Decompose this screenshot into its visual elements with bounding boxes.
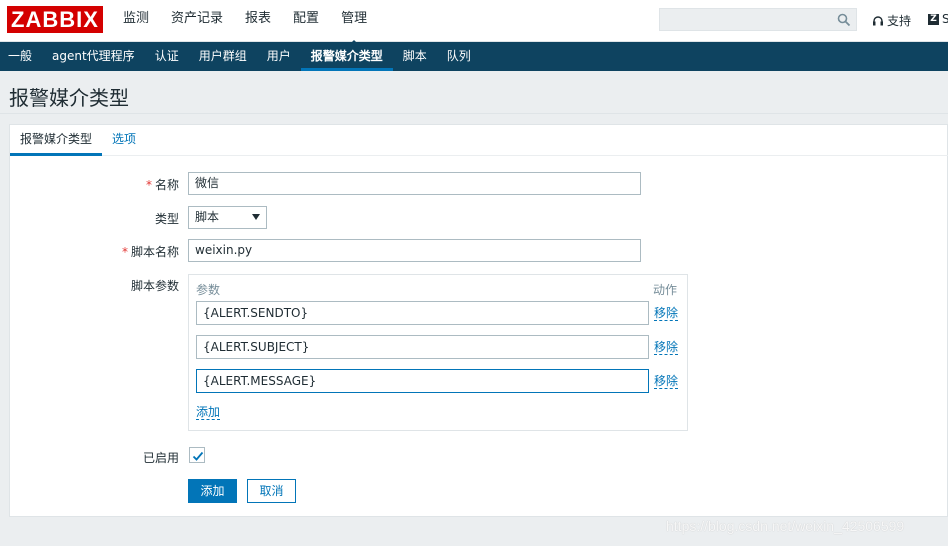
remove-param-link[interactable]: 移除 xyxy=(654,306,679,321)
param-input[interactable]: {ALERT.SENDTO} xyxy=(196,301,649,325)
support-link[interactable]: 支持 xyxy=(872,12,911,29)
nav-reports[interactable]: 报表 xyxy=(234,0,282,42)
search-icon[interactable] xyxy=(837,13,851,27)
search-input[interactable] xyxy=(659,8,857,31)
form-tabs: 报警媒介类型 选项 xyxy=(10,125,948,156)
checkmark-icon xyxy=(192,451,204,461)
add-button[interactable]: 添加 xyxy=(188,479,237,503)
action-header: 动作 xyxy=(653,283,678,297)
headset-icon xyxy=(873,15,883,25)
type-label: 类型 xyxy=(154,212,179,226)
media-type-form: 报警媒介类型 选项 * 名称 微信 类型 脚本 * 脚本名称 weixin.py 脚… xyxy=(9,124,948,517)
divider xyxy=(0,113,948,114)
subnav-users[interactable]: 用户 xyxy=(257,42,301,71)
cancel-button[interactable]: 取消 xyxy=(247,479,296,503)
type-select-value: 脚本 xyxy=(195,210,220,224)
subnav-scripts[interactable]: 脚本 xyxy=(393,42,437,71)
script-name-field[interactable]: weixin.py xyxy=(188,239,641,262)
share-link[interactable]: Z S xyxy=(928,12,948,26)
page-title: 报警媒介类型 xyxy=(9,86,129,110)
remove-param-link[interactable]: 移除 xyxy=(654,340,679,355)
top-header: ZABBIX 监测 资产记录 报表 配置 管理 支持 Z S xyxy=(0,0,948,46)
add-param-link[interactable]: 添加 xyxy=(196,405,221,420)
nav-inventory[interactable]: 资产记录 xyxy=(160,0,234,42)
remove-param-link[interactable]: 移除 xyxy=(654,374,679,389)
name-field[interactable]: 微信 xyxy=(188,172,641,195)
enabled-checkbox[interactable] xyxy=(189,447,205,463)
type-select[interactable]: 脚本 xyxy=(188,206,267,229)
main-nav: 监测 资产记录 报表 配置 管理 xyxy=(112,0,378,46)
subnav-authentication[interactable]: 认证 xyxy=(145,42,189,71)
share-label: S xyxy=(942,12,948,26)
nav-monitoring[interactable]: 监测 xyxy=(112,0,160,42)
script-name-label: * 脚本名称 xyxy=(121,245,179,259)
script-params-label: 脚本参数 xyxy=(130,279,179,293)
tab-media-type[interactable]: 报警媒介类型 xyxy=(10,125,102,156)
subnav-proxies[interactable]: agent代理程序 xyxy=(42,42,145,71)
params-header: 参数 xyxy=(196,283,221,297)
admin-subnav: 一般 agent代理程序 认证 用户群组 用户 报警媒介类型 脚本 队列 xyxy=(0,42,948,71)
zabbix-share-icon: Z xyxy=(928,13,939,25)
chevron-down-icon xyxy=(252,214,260,220)
subnav-user-groups[interactable]: 用户群组 xyxy=(189,42,257,71)
nav-configuration[interactable]: 配置 xyxy=(282,0,330,42)
nav-administration[interactable]: 管理 xyxy=(330,0,378,46)
name-label: * 名称 xyxy=(145,178,179,192)
enabled-label: 已启用 xyxy=(142,451,179,465)
script-params-table: 参数 动作 {ALERT.SENDTO} 移除 {ALERT.SUBJECT} … xyxy=(188,274,688,431)
watermark: https://blog.csdn.net/weixin_42506599 xyxy=(666,518,905,534)
param-input[interactable]: {ALERT.MESSAGE} xyxy=(196,369,649,393)
subnav-general[interactable]: 一般 xyxy=(0,42,42,71)
zabbix-logo[interactable]: ZABBIX xyxy=(7,6,103,33)
required-marker: * xyxy=(121,245,128,259)
param-input[interactable]: {ALERT.SUBJECT} xyxy=(196,335,649,359)
subnav-media-types[interactable]: 报警媒介类型 xyxy=(300,42,393,71)
subnav-queue[interactable]: 队列 xyxy=(437,42,481,71)
tab-options[interactable]: 选项 xyxy=(112,125,136,156)
required-marker: * xyxy=(145,178,152,192)
support-label: 支持 xyxy=(887,14,912,28)
